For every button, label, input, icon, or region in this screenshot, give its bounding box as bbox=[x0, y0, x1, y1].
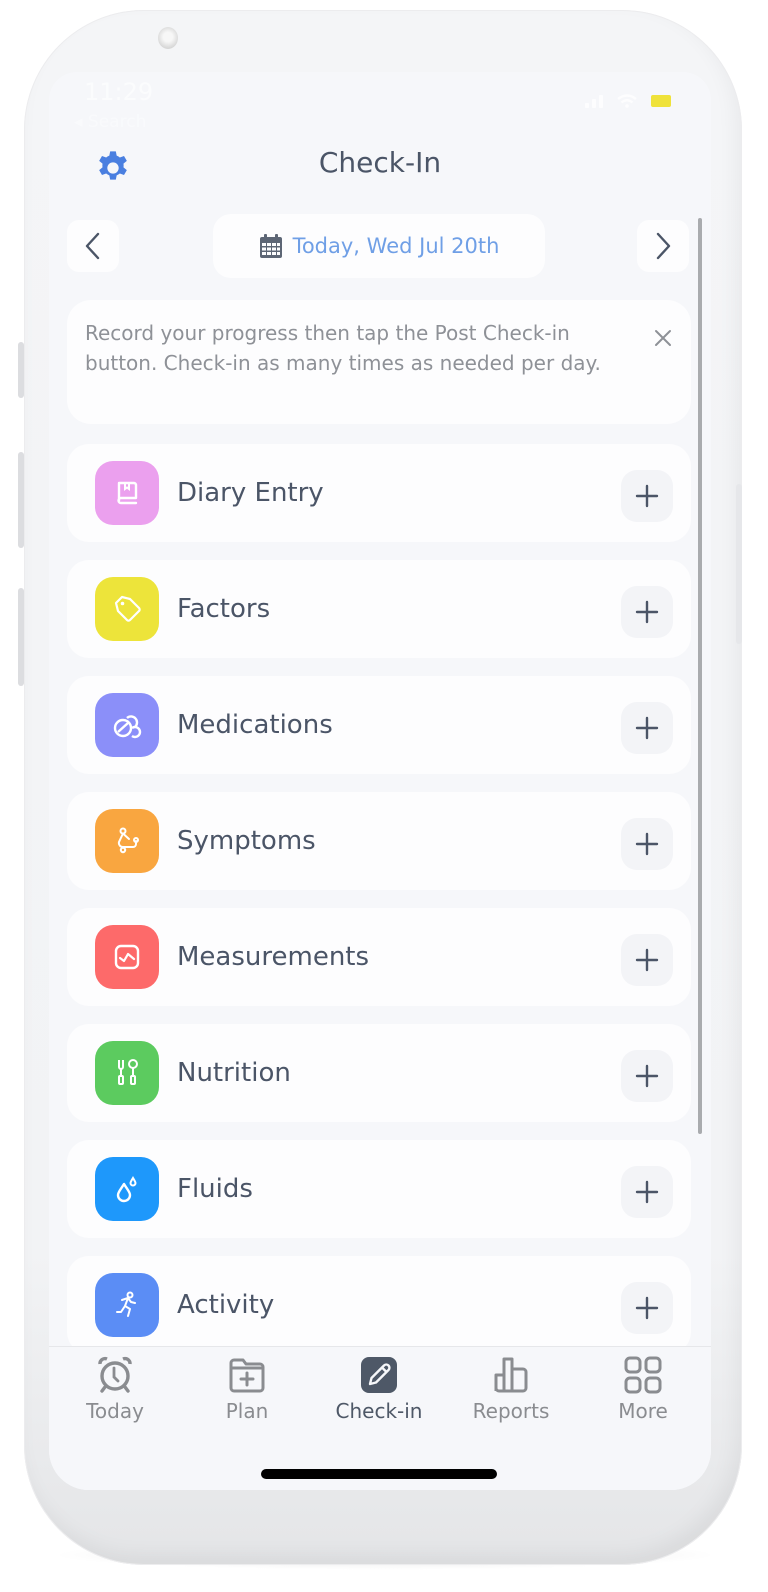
folder-plus-icon bbox=[229, 1358, 265, 1393]
date-label: Today, Wed Jul 20th bbox=[292, 234, 500, 258]
page-title: Check-In bbox=[318, 146, 442, 179]
plus-icon bbox=[635, 948, 659, 972]
status-time: 11:29 bbox=[84, 78, 154, 106]
next-day-button[interactable] bbox=[637, 220, 689, 272]
chevron-left-icon bbox=[85, 232, 100, 260]
wifi-icon bbox=[617, 94, 637, 108]
chevron-right-icon bbox=[656, 232, 671, 260]
dismiss-info-button[interactable] bbox=[649, 324, 677, 352]
droplet-icon bbox=[116, 1176, 137, 1203]
category-row-medications[interactable]: Medications bbox=[67, 676, 691, 774]
category-label: Measurements bbox=[177, 942, 370, 972]
tab-reports[interactable]: Reports bbox=[451, 1355, 571, 1423]
nutrition-icon-tile bbox=[95, 1041, 159, 1105]
tab-check-in[interactable]: Check-in bbox=[319, 1355, 439, 1423]
activity-icon-tile bbox=[95, 1273, 159, 1337]
add-medications-button[interactable] bbox=[621, 702, 673, 754]
category-row-fluids[interactable]: Fluids bbox=[67, 1140, 691, 1238]
category-row-symptoms[interactable]: Symptoms bbox=[67, 792, 691, 890]
signal-icon bbox=[585, 94, 603, 108]
tab-label: Check-in bbox=[335, 1399, 423, 1423]
tab-today[interactable]: Today bbox=[55, 1355, 175, 1423]
phone-volume-down-button bbox=[18, 588, 24, 686]
plus-icon bbox=[635, 832, 659, 856]
category-row-measurements[interactable]: Measurements bbox=[67, 908, 691, 1006]
calendar-icon bbox=[259, 234, 282, 258]
bottom-tab-bar: Today Plan Check-in Reports More bbox=[49, 1346, 711, 1490]
plus-icon bbox=[635, 484, 659, 508]
category-row-activity[interactable]: Activity bbox=[67, 1256, 691, 1354]
add-fluids-button[interactable] bbox=[621, 1166, 673, 1218]
pills-icon bbox=[113, 715, 142, 739]
checkin-category-list: Diary Entry Factors Medications Symptoms… bbox=[67, 444, 691, 1372]
add-factors-button[interactable] bbox=[621, 586, 673, 638]
plus-icon bbox=[635, 1064, 659, 1088]
add-nutrition-button[interactable] bbox=[621, 1050, 673, 1102]
stage: 11:29 ◂ Search Check-In Today, Wed Jul 2… bbox=[0, 0, 768, 1592]
tab-label: More bbox=[618, 1399, 668, 1423]
plus-icon bbox=[635, 1296, 659, 1320]
utensils-icon bbox=[118, 1059, 138, 1085]
plus-icon bbox=[635, 716, 659, 740]
add-measurements-button[interactable] bbox=[621, 934, 673, 986]
battery-icon bbox=[651, 95, 671, 107]
info-text: Record your progress then tap the Post C… bbox=[85, 321, 601, 375]
status-icons bbox=[585, 94, 671, 108]
stethoscope-icon bbox=[117, 827, 139, 854]
category-row-factors[interactable]: Factors bbox=[67, 560, 691, 658]
category-label: Diary Entry bbox=[177, 478, 324, 508]
tab-label: Today bbox=[86, 1399, 144, 1423]
add-diary-entry-button[interactable] bbox=[621, 470, 673, 522]
bar-chart-icon bbox=[494, 1357, 528, 1393]
category-label: Activity bbox=[177, 1290, 275, 1320]
info-card: Record your progress then tap the Post C… bbox=[67, 300, 691, 424]
phone-side-button bbox=[18, 342, 24, 398]
category-label: Medications bbox=[177, 710, 333, 740]
camera-icon bbox=[158, 27, 178, 49]
fluids-icon-tile bbox=[95, 1157, 159, 1221]
factors-icon-tile bbox=[95, 577, 159, 641]
previous-day-button[interactable] bbox=[67, 220, 119, 272]
list-scrollbar[interactable] bbox=[698, 218, 702, 1134]
date-picker-button[interactable]: Today, Wed Jul 20th bbox=[213, 214, 545, 278]
plus-icon bbox=[635, 600, 659, 624]
measurements-icon-tile bbox=[95, 925, 159, 989]
add-activity-button[interactable] bbox=[621, 1282, 673, 1334]
plus-icon bbox=[635, 1180, 659, 1204]
close-icon bbox=[655, 330, 671, 346]
add-symptoms-button[interactable] bbox=[621, 818, 673, 870]
phone-volume-up-button bbox=[18, 452, 24, 548]
category-label: Nutrition bbox=[177, 1058, 291, 1088]
tab-plan[interactable]: Plan bbox=[187, 1355, 307, 1423]
category-label: Symptoms bbox=[177, 826, 316, 856]
alarm-clock-icon bbox=[98, 1356, 132, 1393]
category-label: Fluids bbox=[177, 1174, 253, 1204]
tag-icon bbox=[114, 595, 141, 622]
chart-monitor-icon bbox=[114, 944, 140, 970]
category-row-diary-entry[interactable]: Diary Entry bbox=[67, 444, 691, 542]
grid-icon bbox=[624, 1356, 662, 1394]
tab-label: Plan bbox=[225, 1399, 269, 1423]
home-indicator[interactable] bbox=[261, 1469, 497, 1479]
category-row-nutrition[interactable]: Nutrition bbox=[67, 1024, 691, 1122]
tab-label: Reports bbox=[472, 1399, 550, 1423]
medications-icon-tile bbox=[95, 693, 159, 757]
running-icon bbox=[116, 1291, 136, 1317]
edit-icon bbox=[361, 1357, 397, 1393]
phone-power-button bbox=[736, 484, 742, 644]
symptoms-icon-tile bbox=[95, 809, 159, 873]
category-label: Factors bbox=[177, 594, 271, 624]
tab-more[interactable]: More bbox=[583, 1355, 703, 1423]
status-back-link[interactable]: ◂ Search bbox=[74, 112, 146, 132]
app-screen: 11:29 ◂ Search Check-In Today, Wed Jul 2… bbox=[49, 72, 711, 1490]
book-icon bbox=[117, 481, 138, 505]
diary-icon-tile bbox=[95, 461, 159, 525]
